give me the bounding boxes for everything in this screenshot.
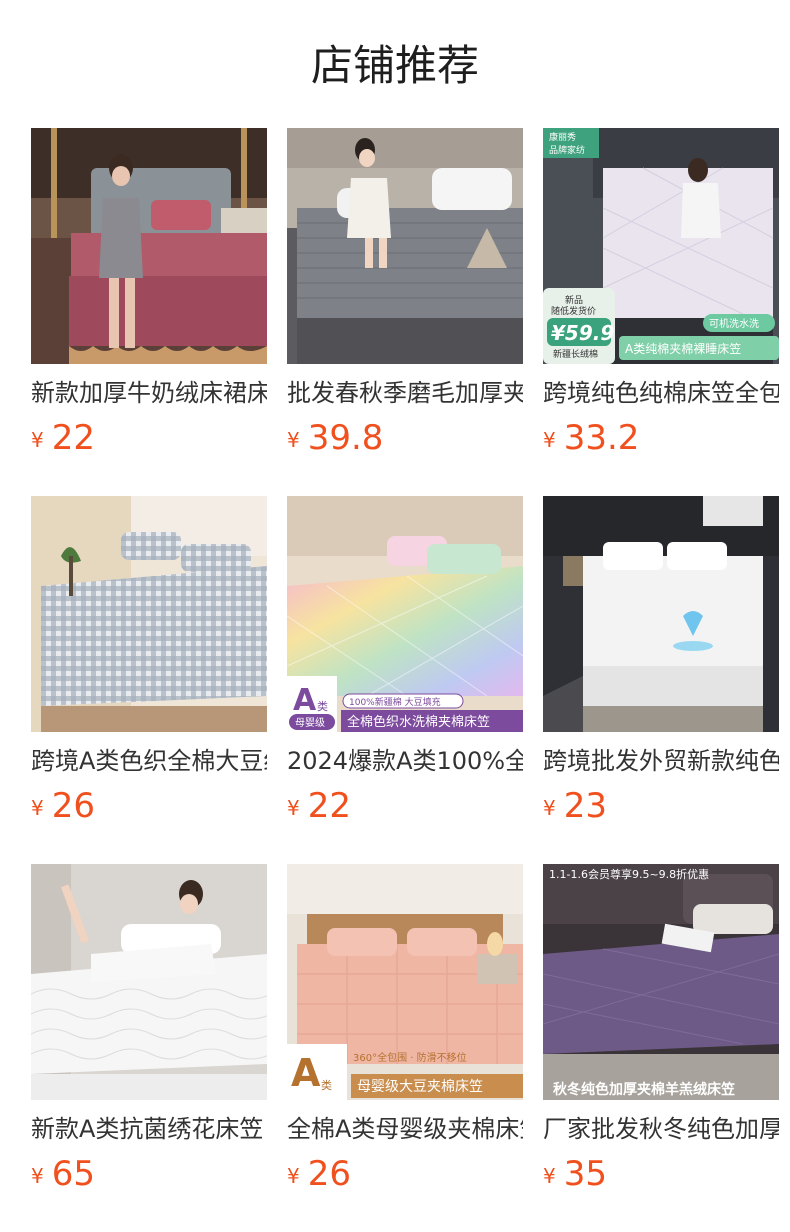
product-price: ¥26 [287,1152,351,1196]
product-image[interactable] [543,496,779,732]
banner: 母婴级大豆夹棉床笠 [357,1078,483,1095]
banner: A类纯棉夹棉裸睡床笠 [625,341,741,356]
product-grid: 新款加厚牛奶绒床裙床罩 ¥22 [31,128,779,1232]
product-card[interactable]: 新款加厚牛奶绒床裙床罩 ¥22 [31,128,267,496]
currency-symbol: ¥ [287,428,300,452]
promo-line3: 新疆长绒棉 [553,348,598,360]
bed-skirt-image [31,128,267,364]
section-title: 店铺推荐 [310,41,479,90]
bed-gray-image [287,128,523,364]
price-value: 22 [307,786,351,826]
price-value: 33.2 [563,418,640,458]
price-value: 22 [51,418,95,458]
product-image[interactable]: 康丽秀 品牌家纺 新品 随低发货价 ¥59.9 新疆长绒棉 可机洗水洗 A类纯棉… [543,128,779,364]
currency-symbol: ¥ [31,796,44,820]
price-value: 26 [307,1154,351,1194]
product-image[interactable] [287,128,523,364]
price-value: 26 [51,786,95,826]
badge: A [291,1051,321,1095]
currency-symbol: ¥ [31,428,44,452]
product-card[interactable]: 康丽秀 品牌家纺 新品 随低发货价 ¥59.9 新疆长绒棉 可机洗水洗 A类纯棉… [543,128,779,496]
product-price: ¥22 [287,784,351,828]
badge-tag: 母婴级 [295,717,325,729]
bed-waterproof-image [543,496,779,732]
product-image[interactable] [31,864,267,1100]
product-image[interactable]: 1.1-1.6会员尊享9.5~9.8折优惠 秋冬纯色加厚夹棉羊羔绒床笠 [543,864,779,1100]
price-value: 39.8 [307,418,384,458]
badge-sub: 类 [321,1078,332,1092]
product-name[interactable]: 跨境批发外贸新款纯色防水床笠 [543,744,779,778]
promo-price: ¥59.9 [551,321,614,345]
bed-pink-image: A 类 360°全包围 · 防滑不移位 母婴级大豆夹棉床笠 [287,864,523,1100]
bed-rainbow-image: A 类 母婴级 100%新疆棉 大豆填充 全棉色织水洗棉夹棉床笠 [287,496,523,732]
currency-symbol: ¥ [31,1164,44,1188]
promo-line1: 新品 [565,294,583,306]
product-image[interactable] [31,496,267,732]
brand-line1: 康丽秀 [549,131,576,143]
promo-line2: 随低发货价 [551,305,596,317]
currency-symbol: ¥ [287,796,300,820]
product-name[interactable]: 新款加厚牛奶绒床裙床罩 [31,376,267,410]
brand-line2: 品牌家纺 [549,144,585,156]
bed-gingham-image [31,496,267,732]
top: 1.1-1.6会员尊享9.5~9.8折优惠 [549,867,709,881]
product-card[interactable]: A 类 360°全包围 · 防滑不移位 母婴级大豆夹棉床笠 全棉A类母婴级夹棉床… [287,864,523,1232]
currency-symbol: ¥ [543,428,556,452]
banner: 秋冬纯色加厚夹棉羊羔绒床笠 [553,1081,735,1098]
product-price: ¥33.2 [543,416,639,460]
product-name[interactable]: 2024爆款A类100%全棉床笠 [287,744,523,778]
currency-symbol: ¥ [543,796,556,820]
product-image[interactable]: A 类 360°全包围 · 防滑不移位 母婴级大豆夹棉床笠 [287,864,523,1100]
bed-purple-image: 1.1-1.6会员尊享9.5~9.8折优惠 秋冬纯色加厚夹棉羊羔绒床笠 [543,864,779,1100]
product-name[interactable]: 新款A类抗菌绣花床笠 [31,1112,267,1146]
product-card[interactable]: 新款A类抗菌绣花床笠 ¥65 [31,864,267,1232]
price-value: 65 [51,1154,95,1194]
product-card[interactable]: 跨境批发外贸新款纯色防水床笠 ¥23 [543,496,779,864]
line1: 360°全包围 · 防滑不移位 [353,1051,467,1064]
product-price: ¥35 [543,1152,607,1196]
banner: 全棉色织水洗棉夹棉床笠 [347,714,490,730]
badge: A [293,683,317,718]
product-name[interactable]: 全棉A类母婴级夹棉床笠 [287,1112,523,1146]
price-value: 35 [563,1154,607,1194]
currency-symbol: ¥ [287,1164,300,1188]
product-card[interactable]: 1.1-1.6会员尊享9.5~9.8折优惠 秋冬纯色加厚夹棉羊羔绒床笠 厂家批发… [543,864,779,1232]
product-image[interactable]: A 类 母婴级 100%新疆棉 大豆填充 全棉色织水洗棉夹棉床笠 [287,496,523,732]
product-card[interactable]: 批发春秋季磨毛加厚夹棉床笠 ¥39.8 [287,128,523,496]
bed-embroidered-image [31,864,267,1100]
product-card[interactable]: A 类 母婴级 100%新疆棉 大豆填充 全棉色织水洗棉夹棉床笠 2024爆款A… [287,496,523,864]
product-price: ¥26 [31,784,95,828]
product-image[interactable] [31,128,267,364]
bed-white-image: 康丽秀 品牌家纺 新品 随低发货价 ¥59.9 新疆长绒棉 可机洗水洗 A类纯棉… [543,128,779,364]
price-value: 23 [563,786,607,826]
currency-symbol: ¥ [543,1164,556,1188]
badge-sub: 类 [317,699,328,713]
tag-right: 可机洗水洗 [709,317,759,330]
product-name[interactable]: 厂家批发秋冬纯色加厚床笠 [543,1112,779,1146]
product-name[interactable]: 跨境纯色纯棉床笠全包 [543,376,779,410]
line1: 100%新疆棉 大豆填充 [349,696,441,708]
product-price: ¥65 [31,1152,95,1196]
product-price: ¥23 [543,784,607,828]
product-name[interactable]: 跨境A类色织全棉大豆纤维床笠 [31,744,267,778]
product-card[interactable]: 跨境A类色织全棉大豆纤维床笠 ¥26 [31,496,267,864]
product-price: ¥22 [31,416,95,460]
product-price: ¥39.8 [287,416,383,460]
product-name[interactable]: 批发春秋季磨毛加厚夹棉床笠 [287,376,523,410]
